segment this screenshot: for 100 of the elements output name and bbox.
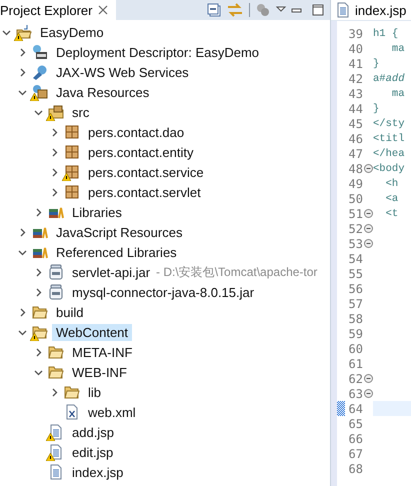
code-text: h1 {	[373, 28, 398, 40]
tree-item[interactable]: src	[68, 104, 94, 120]
tree-item[interactable]: META-INF	[68, 344, 136, 360]
maximize-icon[interactable]	[312, 4, 324, 16]
line-number: 58	[348, 312, 363, 326]
line-number: 63	[348, 386, 363, 400]
tree-item[interactable]: EasyDemo	[36, 24, 108, 40]
line-number: 44	[348, 102, 363, 116]
chevron-right-icon[interactable]	[18, 308, 27, 316]
line-number: 52	[348, 222, 363, 236]
tree-item[interactable]: index.jsp	[68, 464, 128, 480]
package-icon	[64, 164, 80, 180]
chevron-right-icon[interactable]	[34, 348, 43, 356]
line-number: 56	[348, 282, 363, 296]
fold-icon[interactable]	[364, 389, 372, 398]
fold-icon[interactable]	[364, 164, 372, 173]
chevron-right-icon[interactable]	[50, 188, 59, 196]
chevron-right-icon[interactable]	[50, 148, 59, 156]
line-number: 39	[348, 26, 363, 40]
chevron-down-icon[interactable]	[18, 88, 27, 96]
line-number: 66	[348, 432, 363, 446]
tree-item[interactable]: servlet-api.jar	[68, 264, 154, 280]
line-number: 40	[348, 42, 363, 56]
fold-icon[interactable]	[364, 239, 372, 248]
tree-item[interactable]: web.xml	[84, 404, 140, 420]
line-number: 64	[348, 402, 363, 416]
chevron-right-icon[interactable]	[34, 288, 43, 296]
tree-item[interactable]: Deployment Descriptor: EasyDemo	[52, 44, 264, 60]
chevron-down-icon[interactable]	[34, 368, 43, 376]
chevron-down-icon[interactable]	[18, 248, 27, 256]
tree-item[interactable]: add.jsp	[68, 424, 118, 440]
tree-item[interactable]: JavaScript Resources	[52, 224, 186, 240]
line-number: 68	[348, 462, 363, 476]
code-text: a#add	[373, 72, 405, 84]
code-text: ma	[390, 88, 405, 100]
collapse-all-icon[interactable]	[207, 3, 221, 17]
chevron-down-icon[interactable]	[34, 108, 43, 116]
line-number: 47	[348, 146, 363, 160]
tree-item[interactable]: WEB-INF	[68, 364, 131, 380]
code-text: <a	[384, 192, 398, 204]
tree-item[interactable]: pers.contact.servlet	[84, 184, 205, 200]
chevron-right-icon[interactable]	[18, 228, 27, 236]
tree-item[interactable]: Libraries	[68, 204, 126, 220]
code-text: <t	[384, 208, 398, 220]
line-number: 65	[348, 416, 363, 430]
line-number: 50	[348, 192, 363, 206]
tree-item[interactable]: pers.contact.service	[84, 164, 208, 180]
line-number: 54	[348, 252, 363, 266]
code-text: <titl	[373, 132, 405, 144]
folder-icon	[48, 364, 64, 380]
folder-icon	[64, 384, 80, 400]
chevron-right-icon[interactable]	[34, 268, 43, 276]
tree-item[interactable]: Java Resources	[52, 84, 154, 100]
folder-icon	[48, 344, 64, 360]
line-number: 67	[348, 446, 363, 460]
tree-item[interactable]: lib	[84, 384, 106, 400]
chevron-right-icon[interactable]	[50, 388, 59, 396]
tree-item[interactable]: Referenced Libraries	[52, 244, 181, 260]
package-icon	[64, 144, 80, 160]
folder-icon	[32, 324, 48, 340]
tree-item[interactable]: pers.contact.dao	[84, 124, 188, 140]
line-number: 45	[348, 116, 363, 130]
chevron-right-icon[interactable]	[34, 208, 43, 216]
xml-file-icon	[64, 404, 80, 420]
code-text: }	[373, 58, 380, 70]
tree-item[interactable]: build	[52, 304, 88, 320]
descriptor-icon	[32, 44, 48, 60]
line-number: 43	[348, 86, 363, 100]
tree-item[interactable]: WebContent	[52, 324, 132, 340]
fold-icon[interactable]	[364, 374, 372, 383]
chevron-right-icon[interactable]	[18, 48, 27, 56]
jsp-file-icon	[48, 444, 64, 460]
tree-item[interactable]: mysql-connector-java-8.0.15.jar	[68, 284, 258, 300]
line-number: 57	[348, 296, 363, 310]
code-text: <h	[384, 178, 398, 190]
chevron-right-icon[interactable]	[18, 68, 27, 76]
chevron-down-icon[interactable]	[18, 328, 27, 336]
line-number: 53	[348, 236, 363, 250]
fold-icon[interactable]	[364, 209, 372, 218]
code-text: <body	[373, 162, 405, 174]
fold-icon[interactable]	[364, 224, 372, 233]
line-number: 60	[348, 342, 363, 356]
line-number: 48	[348, 162, 363, 176]
code-text: </hea	[373, 148, 405, 160]
tree-item[interactable]: pers.contact.entity	[84, 144, 198, 160]
editor-tab[interactable]: index.jsp	[331, 0, 411, 21]
jar-icon	[48, 264, 64, 280]
package-icon	[64, 184, 80, 200]
close-icon[interactable]	[98, 5, 108, 15]
code-text: </sty	[373, 118, 405, 130]
line-number: 55	[348, 266, 363, 280]
chevron-right-icon[interactable]	[50, 168, 59, 176]
chevron-right-icon[interactable]	[50, 128, 59, 136]
code-text: ma	[390, 42, 405, 54]
jsp-file-icon	[335, 2, 351, 18]
tree-item[interactable]: JAX-WS Web Services	[52, 64, 193, 80]
tree-item[interactable]: edit.jsp	[68, 444, 118, 460]
view-tab[interactable]: Project Explorer	[0, 0, 116, 20]
line-number: 59	[348, 326, 363, 340]
chevron-down-icon[interactable]	[2, 28, 11, 36]
